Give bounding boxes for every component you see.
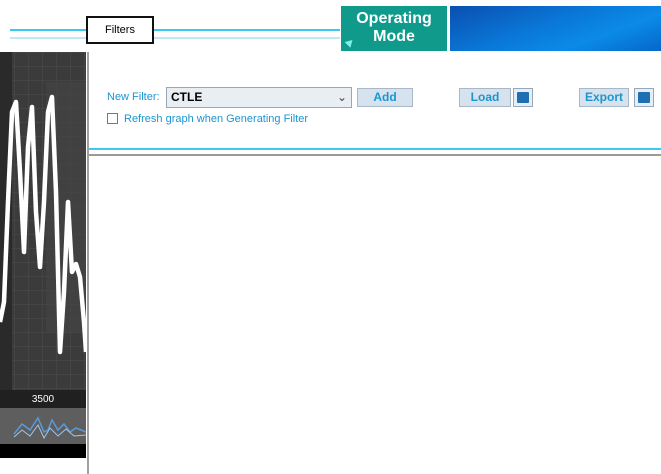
waveform-preview-panel[interactable]: 3500	[0, 52, 86, 474]
tab-filters[interactable]: Filters	[86, 16, 154, 44]
tab-filters-label: Filters	[105, 24, 135, 36]
divider-line	[10, 29, 86, 31]
refresh-graph-label[interactable]: Refresh graph when Generating Filter	[124, 113, 308, 125]
chevron-down-icon: ⌄	[336, 90, 347, 104]
load-button-label: Load	[470, 90, 500, 104]
export-save-button[interactable]	[634, 88, 654, 107]
new-filter-label: New Filter:	[107, 91, 160, 103]
load-button[interactable]: Load	[459, 88, 511, 107]
load-folder-button[interactable]	[513, 88, 533, 107]
operating-mode-label-line1: Operating	[356, 10, 432, 27]
filter-type-select[interactable]: CTLE ⌄	[166, 87, 352, 108]
waveform-graph	[0, 52, 86, 474]
divider-line	[89, 154, 661, 156]
operating-mode-button[interactable]: Operating Mode	[341, 6, 447, 51]
refresh-graph-checkbox[interactable]	[107, 113, 118, 124]
operating-mode-label-line2: Mode	[373, 28, 415, 45]
header-banner	[450, 6, 661, 51]
divider-line	[154, 29, 340, 31]
add-filter-button-label: Add	[373, 90, 397, 104]
divider-line	[10, 37, 86, 39]
folder-open-icon	[517, 92, 529, 103]
divider-line	[89, 148, 661, 150]
save-disk-icon	[638, 92, 650, 103]
divider-line	[154, 37, 340, 39]
add-filter-button[interactable]: Add	[357, 88, 413, 107]
export-button[interactable]: Export	[579, 88, 629, 107]
export-button-label: Export	[584, 90, 623, 104]
filter-type-value: CTLE	[171, 90, 203, 104]
frequency-axis-label: 3500	[31, 394, 55, 405]
